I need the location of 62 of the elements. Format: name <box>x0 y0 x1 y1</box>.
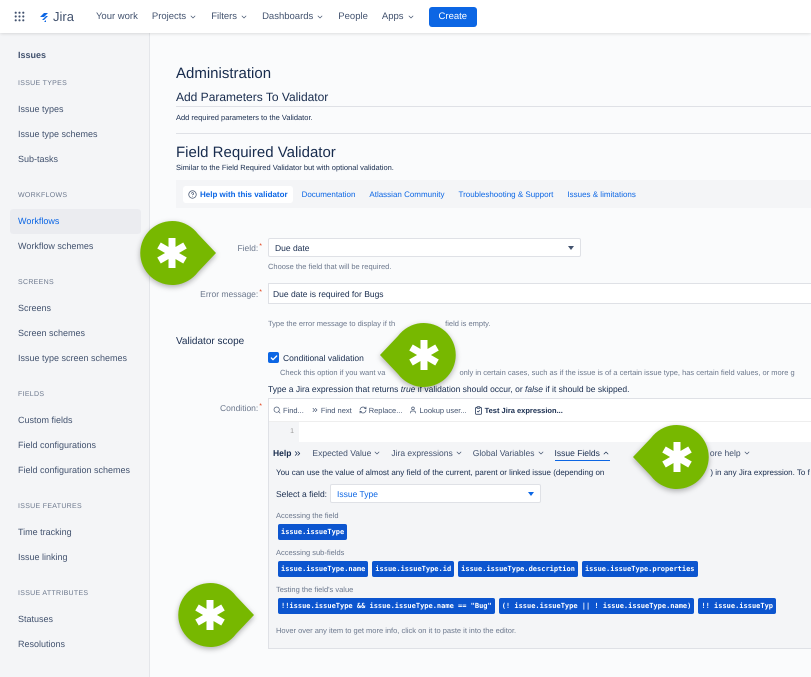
sidebar-title: Issues <box>17 50 48 62</box>
asterisk-callout-icon <box>178 580 254 650</box>
sidebar-item[interactable]: Workflow schemes <box>10 234 141 259</box>
sidebar-item[interactable]: Sub-tasks <box>10 147 141 172</box>
sidebar-item[interactable]: Screens <box>10 296 141 321</box>
issue-fields-description: ) in any Jira expression. To f <box>710 468 810 477</box>
nav-menu-item[interactable]: Projects <box>152 11 198 22</box>
validator-scope-title: Validator scope <box>176 336 246 347</box>
nav-menu-item[interactable]: Dashboards <box>262 11 324 22</box>
jira-logo[interactable]: Jira <box>38 9 74 24</box>
nav-menu-item[interactable]: Your work <box>96 11 138 22</box>
help-link[interactable]: Atlassian Community <box>364 186 450 202</box>
user-icon <box>409 406 418 414</box>
dropdown-caret-icon <box>528 492 534 496</box>
app-grid-icon[interactable] <box>13 10 26 23</box>
sidebar-item[interactable]: Screen schemes <box>10 321 141 346</box>
conditional-validation-checkbox[interactable] <box>268 352 279 363</box>
double-chevron-icon <box>293 448 302 458</box>
error-message-input[interactable]: Due date is required for Bugs <box>268 283 811 304</box>
issue-field-select[interactable]: Issue Type <box>330 484 542 503</box>
refresh-icon <box>358 406 367 414</box>
help-icon <box>188 190 197 198</box>
nav-menu-item[interactable]: Filters <box>211 11 248 22</box>
double-chevron-icon <box>310 406 319 414</box>
sidebar-item[interactable]: Field configurations <box>10 433 141 458</box>
sidebar-item[interactable]: Issue type schemes <box>10 122 141 147</box>
sidebar-item[interactable]: Issue types <box>10 97 141 122</box>
issue-fields-description: You can use the value of almost any field of the current, parent or linked issue (depending on <box>276 468 604 477</box>
section-title: Add Parameters To Validator <box>176 90 811 107</box>
nav-menu-item[interactable]: People <box>338 11 368 22</box>
select-field-label: Select a field: <box>276 488 328 498</box>
logo-text: Jira <box>53 9 74 24</box>
help-link[interactable]: Issues & limitations <box>562 186 641 202</box>
asterisk-callout-icon <box>633 422 709 492</box>
nav-menu-item[interactable]: Apps <box>382 11 415 22</box>
help-menu-item[interactable]: Issue Fields <box>554 446 610 460</box>
search-icon <box>273 406 281 414</box>
sidebar-item[interactable]: Resolutions <box>10 632 141 657</box>
validator-title: Field Required Validator <box>176 144 337 161</box>
create-button[interactable]: Create <box>428 6 478 26</box>
help-link[interactable]: Help with this validator <box>183 186 293 202</box>
page-title: Administration <box>176 65 272 84</box>
sidebar-item[interactable]: Issue linking <box>10 545 141 570</box>
checkbox-label: Conditional validation <box>283 352 364 362</box>
help-menu-item[interactable]: ore help <box>710 446 751 460</box>
help-menu-item[interactable]: Global Variables <box>472 446 545 460</box>
sidebar-item[interactable]: Custom fields <box>10 408 141 433</box>
help-link[interactable]: Documentation <box>296 186 360 202</box>
help-heading: Help <box>273 448 292 458</box>
dropdown-caret-icon <box>568 246 574 250</box>
check-icon <box>270 354 278 362</box>
sidebar-item[interactable]: Time tracking <box>10 520 141 545</box>
help-menu-item[interactable]: Jira expressions <box>391 446 463 460</box>
clipboard-check-icon <box>474 406 483 414</box>
field-select[interactable]: Due date <box>268 238 581 257</box>
help-menu-item[interactable]: Expected Value <box>312 446 382 460</box>
sidebar-item[interactable]: Issue type screen schemes <box>10 346 141 371</box>
jira-logo-icon <box>38 10 50 22</box>
help-link[interactable]: Troubleshooting & Support <box>454 186 558 202</box>
sidebar-item[interactable]: Workflows <box>10 209 141 234</box>
sidebar-item[interactable]: Statuses <box>10 607 141 632</box>
sidebar-item[interactable]: Field configuration schemes <box>10 458 141 483</box>
